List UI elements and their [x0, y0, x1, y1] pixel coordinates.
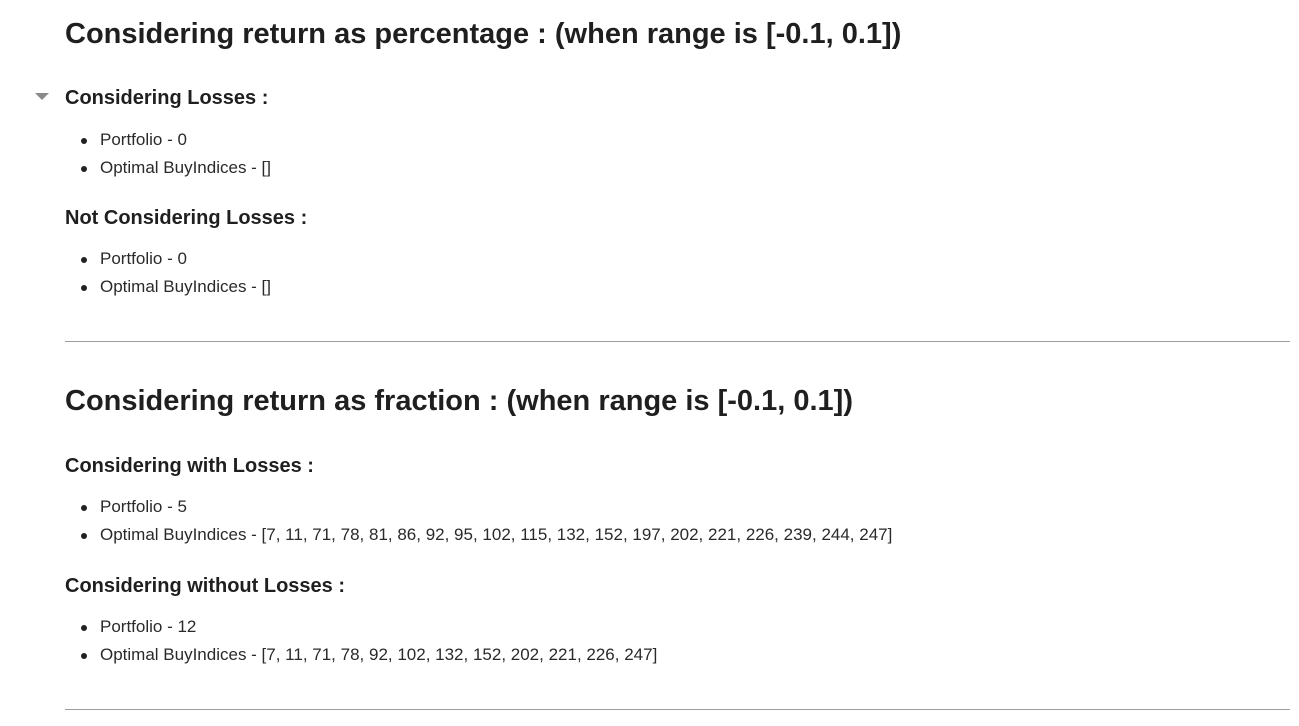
list-item-portfolio: Portfolio - 0 — [65, 245, 271, 273]
subheading-considering-with-losses: Considering with Losses : — [65, 455, 314, 477]
section-heading-percentage: Considering return as percentage : (when… — [65, 18, 902, 50]
list-considering-with-losses: Portfolio - 5 Optimal BuyIndices - [7, 1… — [65, 493, 892, 549]
subheading-considering-losses: Considering Losses : — [65, 87, 269, 109]
list-item-buy-indices: Optimal BuyIndices - [] — [65, 154, 271, 182]
list-item-portfolio: Portfolio - 12 — [65, 613, 657, 641]
list-considering-losses: Portfolio - 0 Optimal BuyIndices - [] — [65, 126, 271, 182]
list-item-portfolio: Portfolio - 5 — [65, 493, 892, 521]
divider — [65, 709, 1290, 710]
list-item-buy-indices: Optimal BuyIndices - [7, 11, 71, 78, 92,… — [65, 641, 657, 669]
list-item-buy-indices: Optimal BuyIndices - [7, 11, 71, 78, 81,… — [65, 521, 892, 549]
list-item-portfolio: Portfolio - 0 — [65, 126, 271, 154]
caret-down-icon[interactable] — [34, 92, 50, 102]
divider — [65, 341, 1290, 342]
list-not-considering-losses: Portfolio - 0 Optimal BuyIndices - [] — [65, 245, 271, 301]
subheading-not-considering-losses: Not Considering Losses : — [65, 207, 308, 229]
list-considering-without-losses: Portfolio - 12 Optimal BuyIndices - [7, … — [65, 613, 657, 669]
list-item-buy-indices: Optimal BuyIndices - [] — [65, 273, 271, 301]
subheading-considering-without-losses: Considering without Losses : — [65, 575, 346, 597]
notebook-output: Considering return as percentage : (when… — [0, 0, 1299, 726]
section-heading-fraction: Considering return as fraction : (when r… — [65, 385, 853, 417]
